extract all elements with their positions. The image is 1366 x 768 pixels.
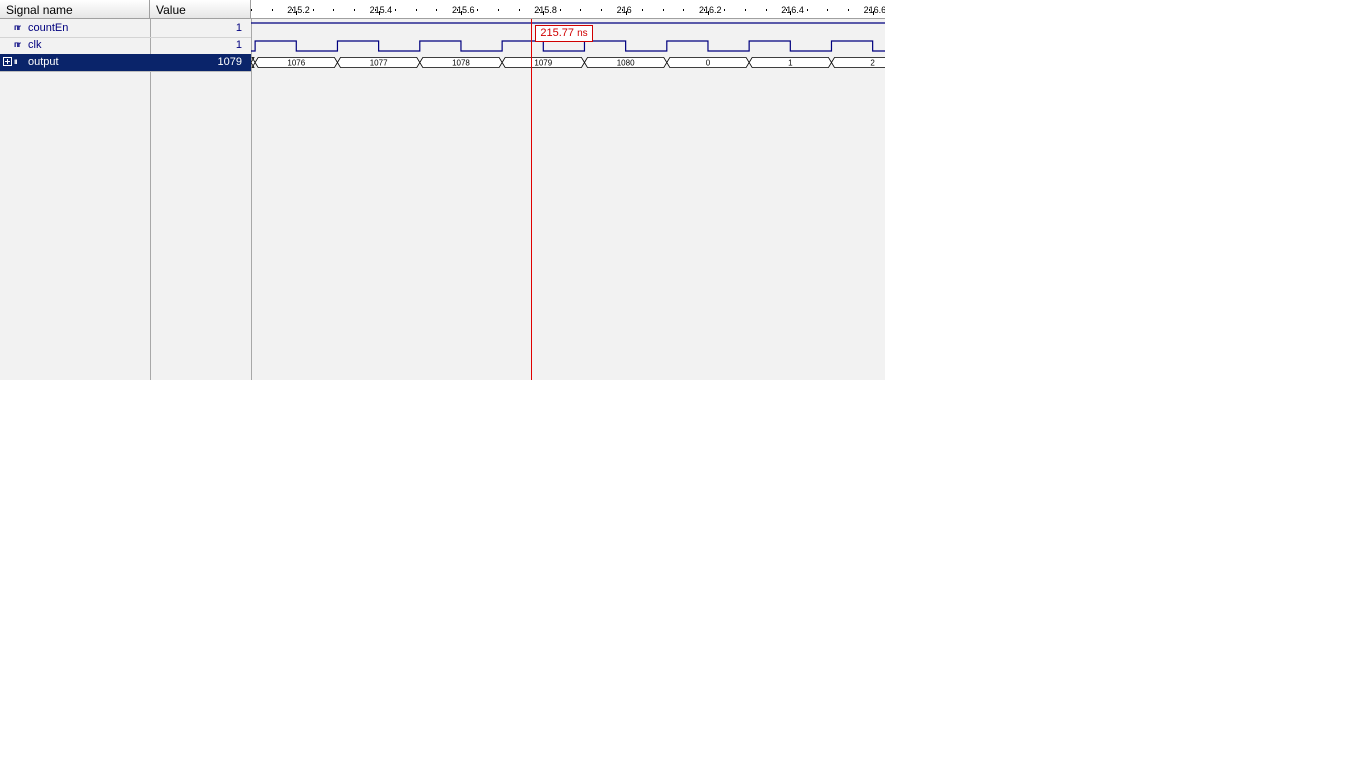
signal-row-clk[interactable]: ᴨr clk 1: [0, 37, 251, 54]
ruler-minor-tick: [827, 9, 829, 11]
time-ruler[interactable]: 215.2 215.4 215.6 215.8 216 216.2 216.4 216.6: [251, 0, 885, 19]
ruler-minor-tick: [868, 9, 870, 11]
signal-name: countEn: [28, 22, 69, 34]
ruler-tick-label: 215.6: [451, 5, 475, 15]
signal-bit-icon: ᴨr: [14, 23, 21, 32]
ruler-minor-tick: [333, 9, 335, 11]
cursor-time-value: 215.77: [540, 27, 575, 39]
ruler-minor-tick: [539, 9, 541, 11]
waveform-area[interactable]: 1076 1077 1078 1079 1080 0 1 2: [251, 19, 885, 380]
column-divider[interactable]: [150, 19, 151, 380]
signal-name: output: [28, 56, 59, 68]
output-bus-segment: [831, 57, 885, 68]
ruler-tick-label: 216: [616, 5, 632, 15]
ruler-minor-tick: [292, 9, 294, 11]
ruler-minor-tick: [662, 9, 664, 11]
ruler-minor-tick: [765, 9, 767, 11]
output-bus-value-label: 1080: [617, 59, 635, 68]
ruler-minor-tick: [786, 9, 788, 11]
clk-waveform: [251, 40, 885, 52]
signal-value: 1: [235, 39, 242, 51]
output-bus-value-label: 1: [788, 59, 793, 68]
ruler-tick-label: 215.4: [369, 5, 393, 15]
ruler-minor-tick: [621, 9, 623, 11]
output-bus-value-label: 2: [870, 59, 875, 68]
ruler-tick-label: 215.2: [287, 5, 310, 15]
ruler-minor-tick: [395, 9, 397, 11]
ruler-minor-tick: [580, 9, 582, 11]
ruler-minor-tick: [415, 9, 417, 11]
signal-row-output[interactable]: ıı output 1079: [0, 54, 251, 71]
ruler-minor-tick: [683, 9, 685, 11]
ruler-tick-label: 216.4: [781, 5, 804, 15]
ruler-minor-tick: [251, 9, 252, 11]
output-bus-value-label: 1076: [287, 59, 305, 68]
value-header-label: Value: [156, 3, 186, 17]
ruler-minor-tick: [374, 9, 376, 11]
ruler-minor-tick: [703, 9, 705, 11]
ruler-minor-tick: [806, 9, 808, 11]
ruler-minor-tick: [456, 9, 458, 11]
expand-plus-icon[interactable]: [3, 57, 12, 66]
signal-name: clk: [28, 39, 42, 51]
cursor-time-unit: ns: [577, 28, 588, 39]
ruler-minor-tick: [745, 9, 747, 11]
ruler-minor-tick: [436, 9, 438, 11]
output-bus-value-label: 1078: [452, 59, 470, 68]
ruler-tick-label: 216.2: [698, 5, 722, 15]
ruler-minor-tick: [312, 9, 314, 11]
ruler-major-tick: [460, 11, 462, 15]
ruler-major-tick: [625, 11, 627, 15]
ruler-major-tick: [543, 11, 545, 15]
signal-bus-icon: ıı: [14, 57, 18, 66]
cursor-time-readout[interactable]: 215.77 ns: [535, 25, 593, 42]
output-bus-segment: [251, 57, 256, 68]
ruler-minor-tick: [498, 9, 499, 11]
ruler-major-tick: [296, 11, 298, 15]
ruler-minor-tick: [724, 9, 726, 11]
signal-value: 1: [235, 22, 242, 34]
ruler-major-tick: [790, 11, 792, 15]
ruler-major-tick: [707, 11, 709, 15]
ruler-minor-tick: [559, 9, 561, 11]
ruler-minor-tick: [271, 9, 273, 11]
signal-name-column-header[interactable]: Signal name: [0, 0, 150, 19]
ruler-minor-tick: [477, 9, 479, 11]
signal-bit-icon: ᴨr: [14, 40, 21, 49]
ruler-minor-tick: [642, 9, 644, 11]
output-bus-value-label: 1079: [534, 59, 552, 68]
ruler-minor-tick: [600, 9, 602, 11]
signal-row-countEn[interactable]: ᴨr countEn 1: [0, 20, 251, 37]
signal-name-header-label: Signal name: [6, 3, 73, 17]
output-bus-value-label: 1077: [370, 59, 388, 68]
ruler-tick-label: 215.8: [534, 5, 557, 15]
output-bus-value-label: 0: [706, 59, 711, 68]
ruler-minor-tick: [353, 9, 355, 11]
time-cursor-line[interactable]: [531, 19, 532, 380]
row-divider: [0, 71, 251, 72]
waveform-viewer: Signal name Value 215.2 215.4 215.6 215.8 21…: [0, 0, 885, 380]
ruler-tick-label: 216.6: [863, 5, 885, 15]
ruler-major-tick: [378, 11, 380, 15]
value-column-header[interactable]: Value: [150, 0, 251, 19]
ruler-minor-tick: [847, 9, 849, 11]
signal-value: 1079: [217, 56, 242, 68]
ruler-major-tick: [872, 11, 874, 15]
ruler-minor-tick: [518, 9, 520, 11]
